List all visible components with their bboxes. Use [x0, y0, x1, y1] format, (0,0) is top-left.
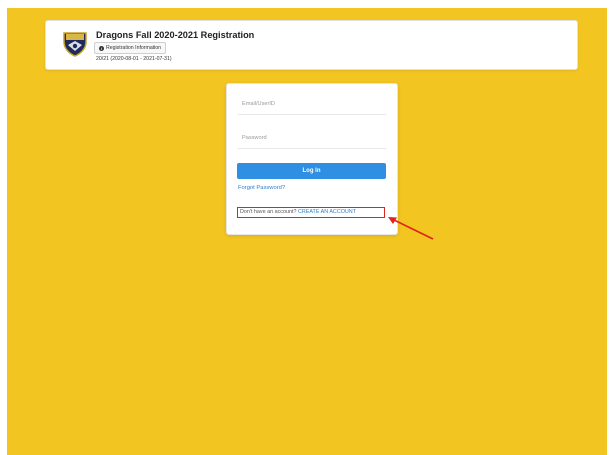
forgot-password-link[interactable]: Forgot Password? [238, 185, 285, 191]
team-crest-icon [63, 32, 87, 57]
create-account-link[interactable]: CREATE AN ACCOUNT [298, 209, 356, 215]
registration-info-button[interactable]: i Registration Information [94, 42, 167, 54]
season-dates: 20/21 (2020-08-01 - 2021-07-31) [96, 56, 172, 62]
annotation-arrow [388, 217, 434, 240]
email-userid-field[interactable] [238, 93, 386, 115]
password-field[interactable] [238, 127, 386, 149]
login-button[interactable]: Log In [237, 163, 386, 179]
create-account-highlight: Don't have an account? CREATE AN ACCOUNT [237, 207, 385, 218]
event-title: Dragons Fall 2020-2021 Registration [96, 30, 255, 40]
login-card: Log In Forgot Password? Don't have an ac… [226, 83, 398, 235]
registration-info-label: Registration Information [106, 45, 162, 51]
event-header-card: Dragons Fall 2020-2021 Registration i Re… [45, 20, 578, 70]
info-icon: i [99, 45, 104, 51]
no-account-text: Don't have an account? [240, 209, 297, 215]
